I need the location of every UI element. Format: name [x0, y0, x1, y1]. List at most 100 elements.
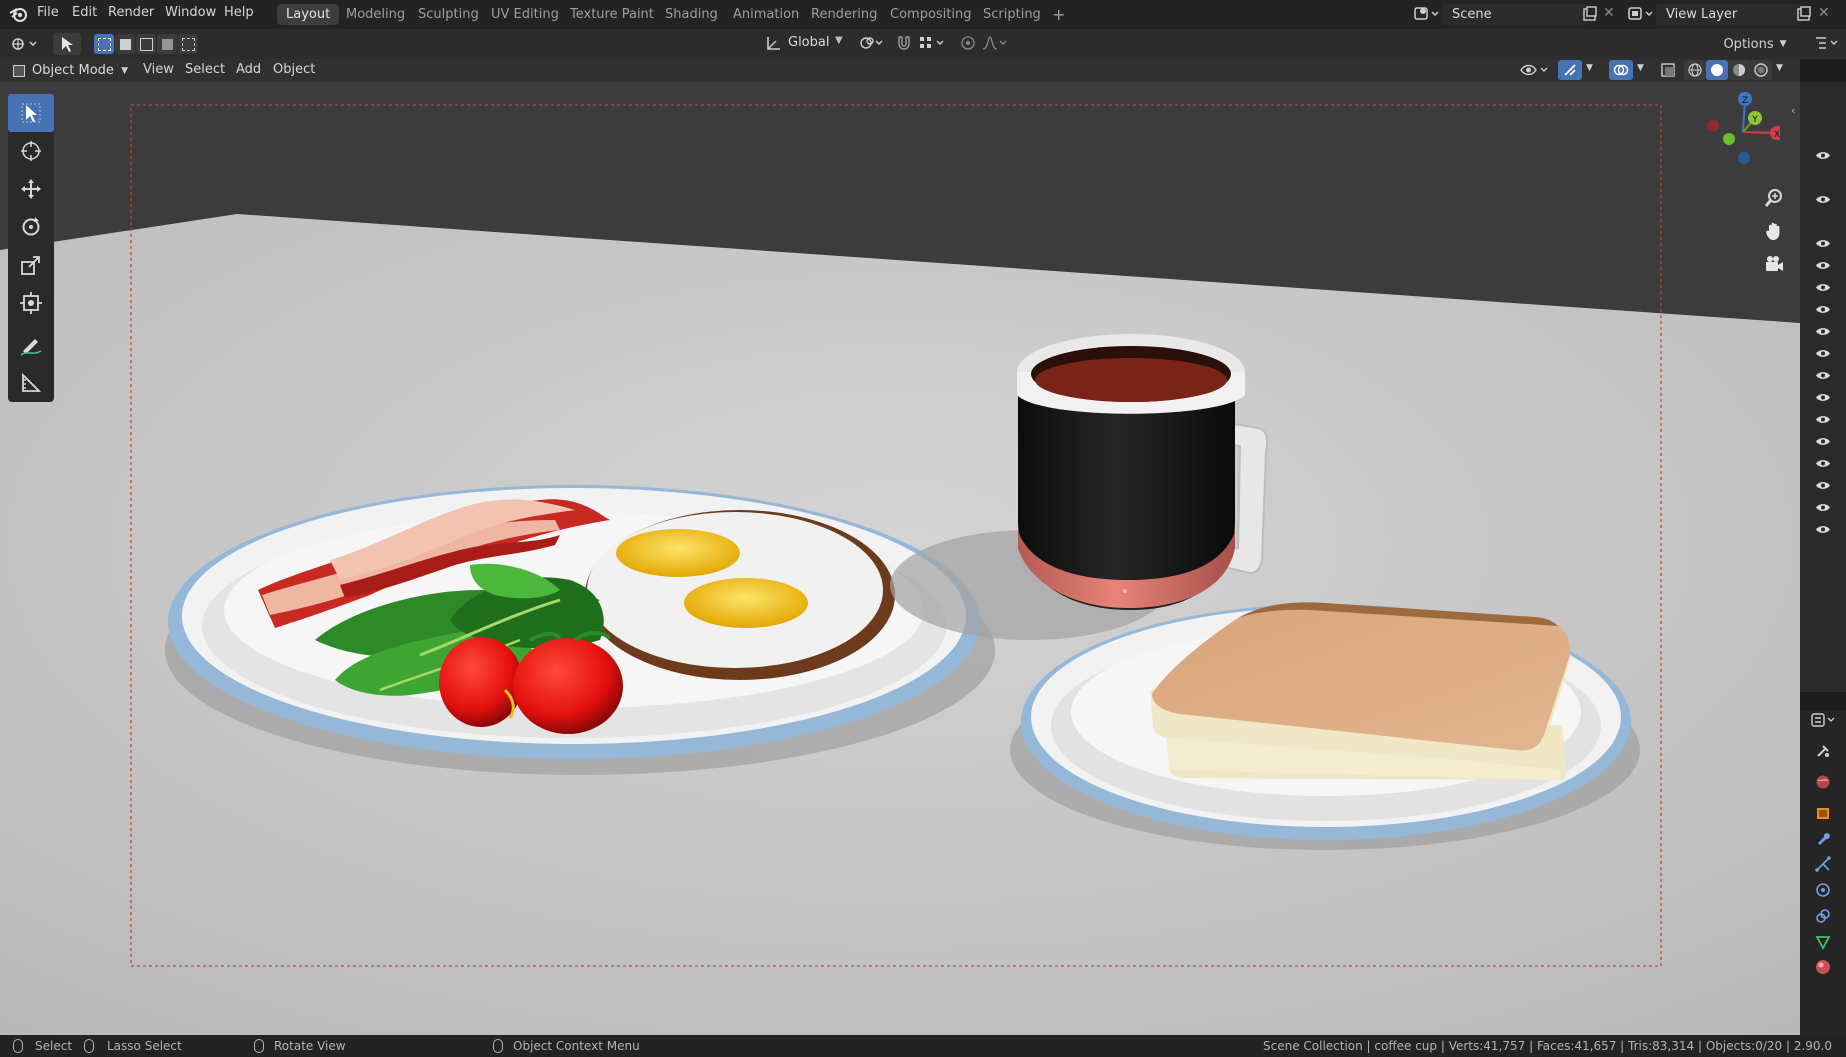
scene-render[interactable]	[0, 82, 1800, 1035]
visibility-eye-icon[interactable]	[1816, 151, 1830, 160]
tab-world-icon[interactable]	[1813, 772, 1833, 792]
menu-render[interactable]: Render	[108, 5, 154, 20]
tab-object-icon[interactable]	[1813, 803, 1833, 823]
scene-name-field[interactable]: Scene	[1442, 4, 1587, 25]
select-mode-subtract-icon[interactable]	[136, 34, 156, 54]
view-layer-icon[interactable]	[1628, 5, 1654, 27]
tab-rendering[interactable]: Rendering	[802, 4, 886, 25]
rotate-tool[interactable]	[8, 208, 54, 246]
sidebar-toggle-icon[interactable]: ‹	[1791, 104, 1795, 117]
camera-view-button[interactable]	[1760, 250, 1788, 278]
menu-add[interactable]: Add	[236, 62, 261, 77]
blender-logo-icon[interactable]	[9, 5, 29, 27]
object-mode-dropdown[interactable]: Object Mode ▼	[13, 61, 128, 80]
menu-edit[interactable]: Edit	[72, 5, 97, 20]
transform-orientation-icon[interactable]	[766, 35, 782, 55]
chevron-down-icon[interactable]: ▼	[1776, 63, 1783, 73]
select-mode-new-icon[interactable]	[94, 34, 114, 54]
view-layer-name-field[interactable]: View Layer	[1656, 4, 1801, 25]
visibility-eye-icon[interactable]	[1816, 195, 1830, 204]
navigation-gizmo[interactable]: Z Y X	[1700, 92, 1780, 172]
select-mode-extend-icon[interactable]	[115, 34, 135, 54]
options-dropdown[interactable]: Options ▼	[1720, 33, 1790, 55]
tab-physics-icon[interactable]	[1813, 880, 1833, 900]
shading-wireframe-icon[interactable]	[1684, 60, 1706, 80]
visibility-eye-icon[interactable]	[1816, 393, 1830, 402]
menu-view[interactable]: View	[143, 62, 174, 77]
visibility-eye-icon[interactable]	[1816, 371, 1830, 380]
chevron-down-icon[interactable]: ▼	[1586, 63, 1593, 73]
tab-constraints-icon[interactable]	[1813, 906, 1833, 926]
snap-magnet-icon[interactable]	[896, 35, 912, 55]
tab-data-icon[interactable]	[1813, 932, 1833, 952]
tab-material-icon[interactable]	[1813, 957, 1833, 977]
tab-modifier-icon[interactable]	[1813, 828, 1833, 848]
tab-uv-editing[interactable]: UV Editing	[482, 4, 568, 25]
delete-scene-icon[interactable]: ✕	[1603, 5, 1615, 21]
visibility-eye-icon[interactable]	[1816, 481, 1830, 490]
select-mode-difference-icon[interactable]	[157, 34, 177, 54]
menu-window[interactable]: Window	[165, 5, 216, 20]
visibility-eye-icon[interactable]	[1816, 349, 1830, 358]
visibility-eye-icon[interactable]	[1816, 305, 1830, 314]
select-box-tool[interactable]	[8, 94, 54, 132]
visibility-eye-icon[interactable]	[1816, 239, 1830, 248]
tab-compositing[interactable]: Compositing	[881, 4, 981, 25]
tab-particles-icon[interactable]	[1813, 854, 1833, 874]
measure-tool[interactable]	[8, 364, 54, 402]
visibility-eye-icon[interactable]	[1816, 459, 1830, 468]
properties-editor-type-icon[interactable]	[1810, 712, 1840, 732]
tab-layout[interactable]: Layout	[277, 4, 340, 25]
tab-animation[interactable]: Animation	[724, 4, 808, 25]
gizmo-toggle-icon[interactable]	[1558, 60, 1582, 80]
select-mode-intersect-icon[interactable]	[178, 34, 198, 54]
tab-texture-paint[interactable]: Texture Paint	[561, 4, 663, 25]
pivot-point-icon[interactable]	[859, 35, 885, 55]
overlays-toggle-icon[interactable]	[1609, 60, 1633, 80]
scale-tool[interactable]	[8, 246, 54, 284]
zoom-icon	[1764, 189, 1782, 207]
transform-orientation-dropdown[interactable]: Global	[788, 35, 829, 50]
active-tool-icon[interactable]	[53, 33, 81, 55]
visibility-eye-icon[interactable]	[1816, 283, 1830, 292]
visibility-filter-icon[interactable]	[1520, 62, 1550, 82]
proportional-editing-icon[interactable]	[960, 35, 976, 55]
transform-tool[interactable]	[8, 284, 54, 322]
tab-sculpting[interactable]: Sculpting	[409, 4, 488, 25]
shading-rendered-icon[interactable]	[1750, 60, 1772, 80]
annotate-tool[interactable]	[8, 326, 54, 364]
pan-view-button[interactable]	[1760, 217, 1788, 245]
move-tool[interactable]	[8, 170, 54, 208]
zoom-view-button[interactable]	[1760, 184, 1788, 212]
scene-selector-icon[interactable]	[1414, 5, 1440, 27]
menu-object[interactable]: Object	[273, 62, 315, 77]
shading-solid-icon[interactable]	[1706, 60, 1728, 80]
visibility-eye-icon[interactable]	[1816, 261, 1830, 270]
snap-target-icon[interactable]	[919, 35, 947, 55]
xray-toggle-icon[interactable]	[1657, 60, 1679, 80]
menu-help[interactable]: Help	[224, 5, 254, 20]
delete-view-layer-icon[interactable]: ✕	[1818, 5, 1830, 21]
shading-material-icon[interactable]	[1728, 60, 1750, 80]
visibility-eye-icon[interactable]	[1816, 525, 1830, 534]
new-view-layer-icon[interactable]	[1796, 6, 1812, 26]
outliner-editor-type-icon[interactable]	[1814, 35, 1840, 55]
visibility-eye-icon[interactable]	[1816, 415, 1830, 424]
proportional-falloff-icon[interactable]	[982, 35, 1010, 55]
new-scene-icon[interactable]	[1582, 6, 1598, 26]
tab-shading[interactable]: Shading	[656, 4, 727, 25]
outliner-panel	[1800, 82, 1846, 692]
menu-select[interactable]: Select	[185, 62, 225, 77]
cursor-tool[interactable]	[8, 132, 54, 170]
visibility-eye-icon[interactable]	[1816, 437, 1830, 446]
tab-scripting[interactable]: Scripting	[974, 4, 1050, 25]
chevron-down-icon[interactable]: ▼	[1637, 63, 1644, 73]
3d-viewport[interactable]: Z Y X ‹	[0, 82, 1800, 1035]
tab-modeling[interactable]: Modeling	[337, 4, 414, 25]
editor-type-icon[interactable]	[10, 35, 40, 57]
visibility-eye-icon[interactable]	[1816, 503, 1830, 512]
tab-tool-icon[interactable]	[1813, 741, 1833, 761]
menu-file[interactable]: File	[37, 5, 59, 20]
add-workspace-button[interactable]: +	[1043, 4, 1074, 25]
visibility-eye-icon[interactable]	[1816, 327, 1830, 336]
